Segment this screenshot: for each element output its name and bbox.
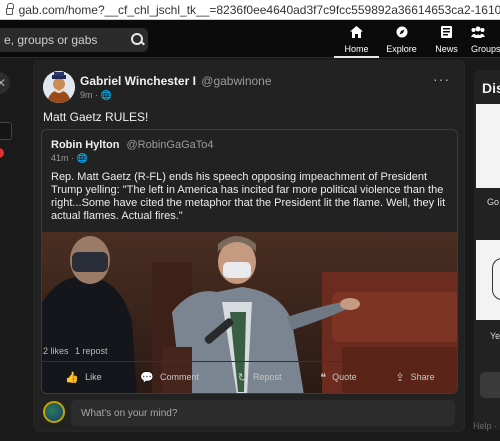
search-placeholder: e, groups or gabs: [4, 33, 98, 47]
share-icon: ⇪: [395, 371, 405, 384]
footer-help-link[interactable]: Help ·: [473, 421, 497, 431]
comment-icon: 💬: [140, 371, 154, 384]
divider: [41, 361, 459, 362]
quoted-time[interactable]: 41m ·: [51, 153, 74, 163]
lock-icon: [6, 3, 14, 15]
post-author[interactable]: Gabriel Winchester I @gabwinone: [80, 74, 272, 88]
quote-icon: ❝: [320, 371, 327, 384]
nav-groups-label: Groups: [471, 44, 500, 54]
like-label: Like: [85, 372, 102, 382]
like-button[interactable]: 👍 Like: [65, 367, 101, 387]
nav-news-label: News: [435, 44, 458, 54]
author-handle[interactable]: @gabwinone: [201, 74, 271, 88]
globe-icon: 🌐: [76, 153, 88, 163]
suggestion-thumbnail[interactable]: [476, 240, 500, 320]
composer-placeholder: What's on your mind?: [81, 407, 178, 419]
share-label: Share: [410, 372, 435, 382]
search-bar[interactable]: e, groups or gabs: [0, 28, 148, 52]
post-text: Matt Gaetz RULES!: [43, 110, 149, 124]
author-name[interactable]: Gabriel Winchester I: [80, 74, 196, 88]
repost-icon: ↻: [237, 371, 247, 384]
nav-explore-label: Explore: [386, 44, 417, 54]
groups-icon: [471, 26, 485, 41]
search-icon[interactable]: [126, 29, 148, 51]
quote-label: Quote: [332, 372, 357, 382]
post-time[interactable]: 9m ·: [80, 90, 98, 100]
reposts-count[interactable]: 1 repost: [75, 346, 108, 356]
explore-icon: [396, 26, 408, 41]
share-button[interactable]: ⇪ Share: [395, 367, 434, 387]
right-sidebar-title: Dis: [482, 80, 500, 96]
nav-groups[interactable]: Groups: [469, 20, 500, 58]
repost-label: Repost: [252, 372, 282, 382]
likes-count[interactable]: 2 likes: [43, 346, 69, 356]
nav-home-label: Home: [344, 44, 369, 54]
composer-avatar[interactable]: [43, 401, 65, 423]
left-panel-box[interactable]: [0, 122, 12, 140]
globe-icon: 🌐: [100, 90, 112, 100]
quoted-author-handle[interactable]: @RobinGaGaTo4: [127, 139, 214, 151]
quoted-meta: 41m · 🌐: [51, 153, 88, 164]
quote-button[interactable]: ❝ Quote: [320, 367, 356, 387]
post-meta: 9m · 🌐: [80, 90, 112, 101]
notification-dot: [0, 148, 4, 158]
close-icon: ✕: [0, 76, 6, 90]
browser-address-bar[interactable]: gab.com/home?__cf_chl_jschl_tk__=8236f0e…: [0, 0, 500, 20]
right-sidebar-button[interactable]: [480, 372, 500, 398]
quoted-text: Rep. Matt Gaetz (R-FL) ends his speech o…: [51, 171, 446, 222]
news-icon: [441, 26, 452, 41]
top-navigation: e, groups or gabs Home Explore News Grou…: [0, 20, 500, 58]
comment-label: Comment: [160, 372, 200, 382]
post-card: Gabriel Winchester I @gabwinone 9m · 🌐 ·…: [33, 60, 465, 432]
post-stats: 2 likes 1 repost: [43, 346, 112, 356]
suggestion-label[interactable]: Ye: [490, 331, 500, 341]
avatar[interactable]: [43, 71, 75, 103]
comment-button[interactable]: 💬 Comment: [140, 367, 199, 387]
post-actions: 👍 Like 💬 Comment ↻ Repost ❝ Quote ⇪ Shar…: [34, 367, 466, 387]
suggestion-thumbnail[interactable]: [476, 104, 500, 188]
nav-news[interactable]: News: [424, 20, 469, 58]
url-text: gab.com/home?__cf_chl_jschl_tk__=8236f0e…: [18, 2, 500, 17]
nav-items: Home Explore News Groups: [334, 20, 500, 58]
thumbs-up-icon: 👍: [65, 371, 80, 384]
left-panel-button[interactable]: ✕: [0, 72, 10, 94]
suggestion-label[interactable]: Go: [487, 197, 499, 207]
quoted-author[interactable]: Robin Hylton @RobinGaGaTo4: [51, 139, 214, 151]
repost-button[interactable]: ↻ Repost: [238, 367, 282, 387]
home-icon: [350, 26, 363, 41]
quoted-author-name[interactable]: Robin Hylton: [51, 139, 119, 151]
nav-home[interactable]: Home: [334, 20, 379, 58]
comment-composer-input[interactable]: What's on your mind?: [71, 400, 455, 426]
more-options-icon[interactable]: ···: [433, 71, 450, 87]
nav-explore[interactable]: Explore: [379, 20, 424, 58]
